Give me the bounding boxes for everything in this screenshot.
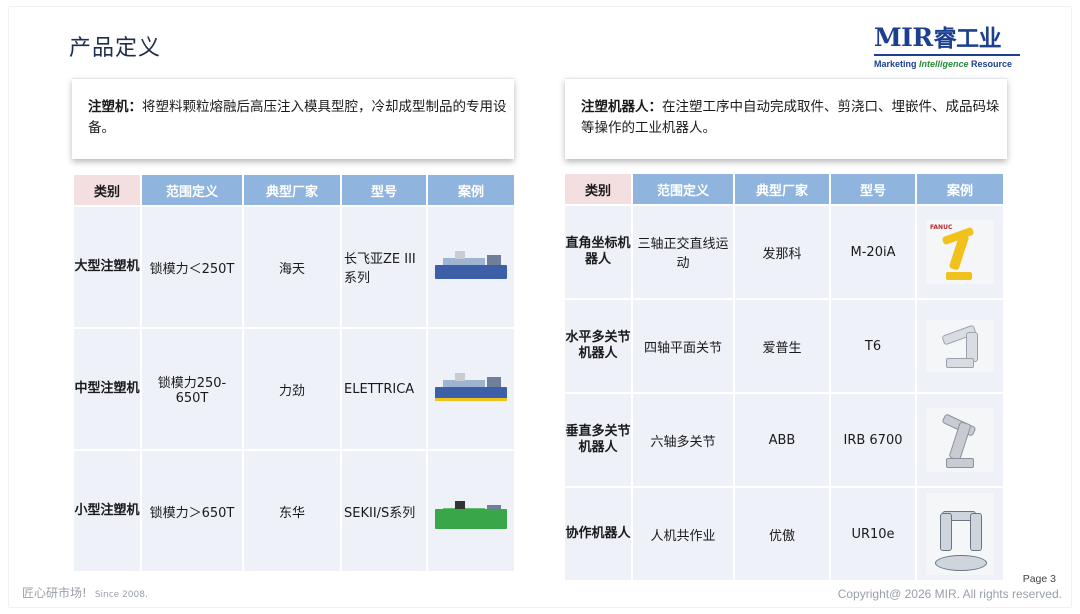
row-case: FANUC: [917, 206, 1003, 298]
row-maker: ABB: [735, 394, 829, 486]
page-title: 产品定义: [69, 36, 162, 61]
definition-term: 注塑机器人: [581, 99, 649, 115]
table-row: 小型注塑机 锁模力＞650T 东华 SEKII/S系列: [74, 451, 514, 571]
logo-main-text: MIR: [874, 23, 933, 52]
header-model: 型号: [342, 175, 426, 205]
injection-robot-table: 类别 范围定义 典型厂家 型号 案例 直角坐标机器人 三轴正交直线运动 发那科 …: [563, 172, 1005, 582]
row-range: 三轴正交直线运动: [633, 206, 733, 298]
row-case: [917, 300, 1003, 392]
row-model: M-20iA: [831, 206, 915, 298]
row-model: 长飞亚ZE III系列: [342, 207, 426, 327]
scara-robot-icon: [926, 320, 994, 372]
injection-machine-icon: [433, 489, 509, 533]
header-maker: 典型厂家: [244, 175, 340, 205]
row-model: SEKII/S系列: [342, 451, 426, 571]
logo-tagline: Marketing Intelligence Resource: [874, 59, 1024, 69]
row-category: 水平多关节机器人: [565, 300, 631, 392]
row-model: T6: [831, 300, 915, 392]
row-case: [917, 488, 1003, 580]
row-category: 中型注塑机: [74, 329, 140, 449]
injection-machine-table: 类别 范围定义 典型厂家 型号 案例 大型注塑机 锁模力＜250T 海天 长飞亚…: [72, 173, 516, 573]
injection-robot-definition-box: 注塑机器人：在注塑工序中自动完成取件、剪浇口、埋嵌件、成品码垛等操作的工业机器人…: [565, 78, 1007, 159]
row-range: 锁模力250-650T: [142, 329, 242, 449]
row-range: 人机共作业: [633, 488, 733, 580]
row-maker: 力劲: [244, 329, 340, 449]
company-logo: MIR睿工业 Marketing Intelligence Resource: [874, 24, 1024, 72]
row-range: 锁模力＜250T: [142, 207, 242, 327]
header-range: 范围定义: [633, 174, 733, 204]
logo-tagline-post: Resource: [968, 59, 1013, 69]
table-row: 中型注塑机 锁模力250-650T 力劲 ELETTRICA: [74, 329, 514, 449]
row-maker: 发那科: [735, 206, 829, 298]
row-range: 锁模力＞650T: [142, 451, 242, 571]
row-range: 六轴多关节: [633, 394, 733, 486]
header-range: 范围定义: [142, 175, 242, 205]
logo-underline: [874, 54, 1020, 56]
footer-slogan: 匠心研市场! Since 2008.: [22, 584, 148, 601]
row-case: [428, 207, 514, 327]
row-maker: 爱普生: [735, 300, 829, 392]
definition-text: 注塑机：将塑料颗粒熔融后高压注入模具型腔，冷却成型制品的专用设备。: [88, 97, 508, 139]
row-maker: 优傲: [735, 488, 829, 580]
six-axis-robot-icon: [926, 408, 994, 472]
definition-term: 注塑机: [88, 99, 129, 115]
slogan-text: 匠心研市场!: [22, 586, 87, 600]
table-row: 水平多关节机器人 四轴平面关节 爱普生 T6: [565, 300, 1003, 392]
logo-tagline-pre: Marketing: [874, 59, 920, 69]
fanuc-brand-label: FANUC: [930, 224, 953, 231]
since-text: Since 2008.: [94, 590, 148, 600]
header-model: 型号: [831, 174, 915, 204]
row-case: [428, 329, 514, 449]
header-maker: 典型厂家: [735, 174, 829, 204]
logo-suffix-text: 睿工业: [933, 26, 1002, 52]
table-header-row: 类别 范围定义 典型厂家 型号 案例: [74, 175, 514, 205]
page-number: Page 3: [1022, 573, 1056, 585]
cobot-icon: [926, 493, 994, 575]
table-row: 直角坐标机器人 三轴正交直线运动 发那科 M-20iA FANUC: [565, 206, 1003, 298]
header-case: 案例: [428, 175, 514, 205]
row-maker: 海天: [244, 207, 340, 327]
row-model: ELETTRICA: [342, 329, 426, 449]
definition-colon: ：: [648, 99, 663, 115]
row-range: 四轴平面关节: [633, 300, 733, 392]
row-category: 大型注塑机: [74, 207, 140, 327]
logo-wordmark: MIR睿工业: [874, 24, 1024, 53]
injection-machine-icon: [433, 251, 509, 283]
header-case: 案例: [917, 174, 1003, 204]
row-case: [917, 394, 1003, 486]
row-category: 直角坐标机器人: [565, 206, 631, 298]
row-category: 协作机器人: [565, 488, 631, 580]
row-category: 小型注塑机: [74, 451, 140, 571]
definition-text: 注塑机器人：在注塑工序中自动完成取件、剪浇口、埋嵌件、成品码垛等操作的工业机器人…: [581, 97, 1001, 139]
row-model: UR10e: [831, 488, 915, 580]
slide: 产品定义 MIR睿工业 Marketing Intelligence Resou…: [0, 0, 1080, 614]
row-category: 垂直多关节机器人: [565, 394, 631, 486]
logo-tagline-intelligence: Intelligence: [919, 59, 969, 69]
table-row: 协作机器人 人机共作业 优傲 UR10e: [565, 488, 1003, 580]
header-category: 类别: [74, 175, 140, 205]
definition-colon: ：: [128, 99, 143, 115]
injection-machine-icon: [433, 373, 509, 405]
table-header-row: 类别 范围定义 典型厂家 型号 案例: [565, 174, 1003, 204]
row-maker: 东华: [244, 451, 340, 571]
header-category: 类别: [565, 174, 631, 204]
row-case: [428, 451, 514, 571]
fanuc-robot-icon: FANUC: [926, 220, 994, 284]
definition-body: 将塑料颗粒熔融后高压注入模具型腔，冷却成型制品的专用设备。: [88, 99, 507, 136]
injection-machine-definition-box: 注塑机：将塑料颗粒熔融后高压注入模具型腔，冷却成型制品的专用设备。: [72, 78, 514, 159]
table-row: 大型注塑机 锁模力＜250T 海天 长飞亚ZE III系列: [74, 207, 514, 327]
copyright-notice: Copyright@ 2026 MIR. All rights reserved…: [837, 587, 1062, 601]
row-model: IRB 6700: [831, 394, 915, 486]
table-row: 垂直多关节机器人 六轴多关节 ABB IRB 6700: [565, 394, 1003, 486]
